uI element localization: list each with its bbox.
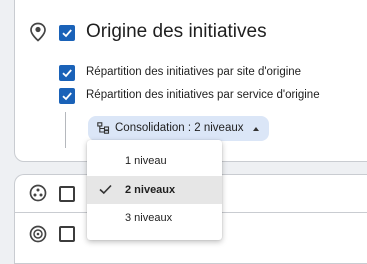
- indent-guide-line: [65, 112, 66, 148]
- consolidation-label: Consolidation : 2 niveaux: [115, 122, 244, 134]
- menu-item-1-niveau[interactable]: 1 niveau: [87, 147, 222, 175]
- menu-item-label: 3 niveaux: [125, 212, 173, 224]
- caret-up-icon: [253, 127, 259, 131]
- consolidation-menu: 1 niveau 2 niveaux 3 niveaux: [87, 140, 222, 240]
- section-3-checkbox[interactable]: [59, 226, 75, 242]
- site-origin-checkbox[interactable]: [59, 65, 75, 81]
- menu-item-3-niveaux[interactable]: 3 niveaux: [87, 204, 222, 232]
- dots-circle-icon: [29, 184, 47, 202]
- section-2-checkbox[interactable]: [59, 186, 75, 202]
- menu-item-2-niveaux[interactable]: 2 niveaux: [87, 176, 222, 204]
- target-icon: [29, 225, 47, 243]
- origin-section-checkbox[interactable]: [59, 25, 75, 41]
- site-origin-label[interactable]: Répartition des initiatives par site d'o…: [86, 66, 301, 78]
- checkmark-icon: [99, 184, 112, 198]
- section-title: Origine des initiatives: [86, 21, 267, 42]
- location-pin-icon: [29, 22, 47, 42]
- consolidation-dropdown-button[interactable]: Consolidation : 2 niveaux: [88, 116, 269, 141]
- hierarchy-icon: [97, 122, 110, 137]
- menu-item-label: 2 niveaux: [125, 184, 176, 196]
- service-origin-label[interactable]: Répartition des initiatives par service …: [86, 89, 320, 101]
- service-origin-checkbox[interactable]: [59, 88, 75, 104]
- menu-item-label: 1 niveau: [125, 155, 167, 167]
